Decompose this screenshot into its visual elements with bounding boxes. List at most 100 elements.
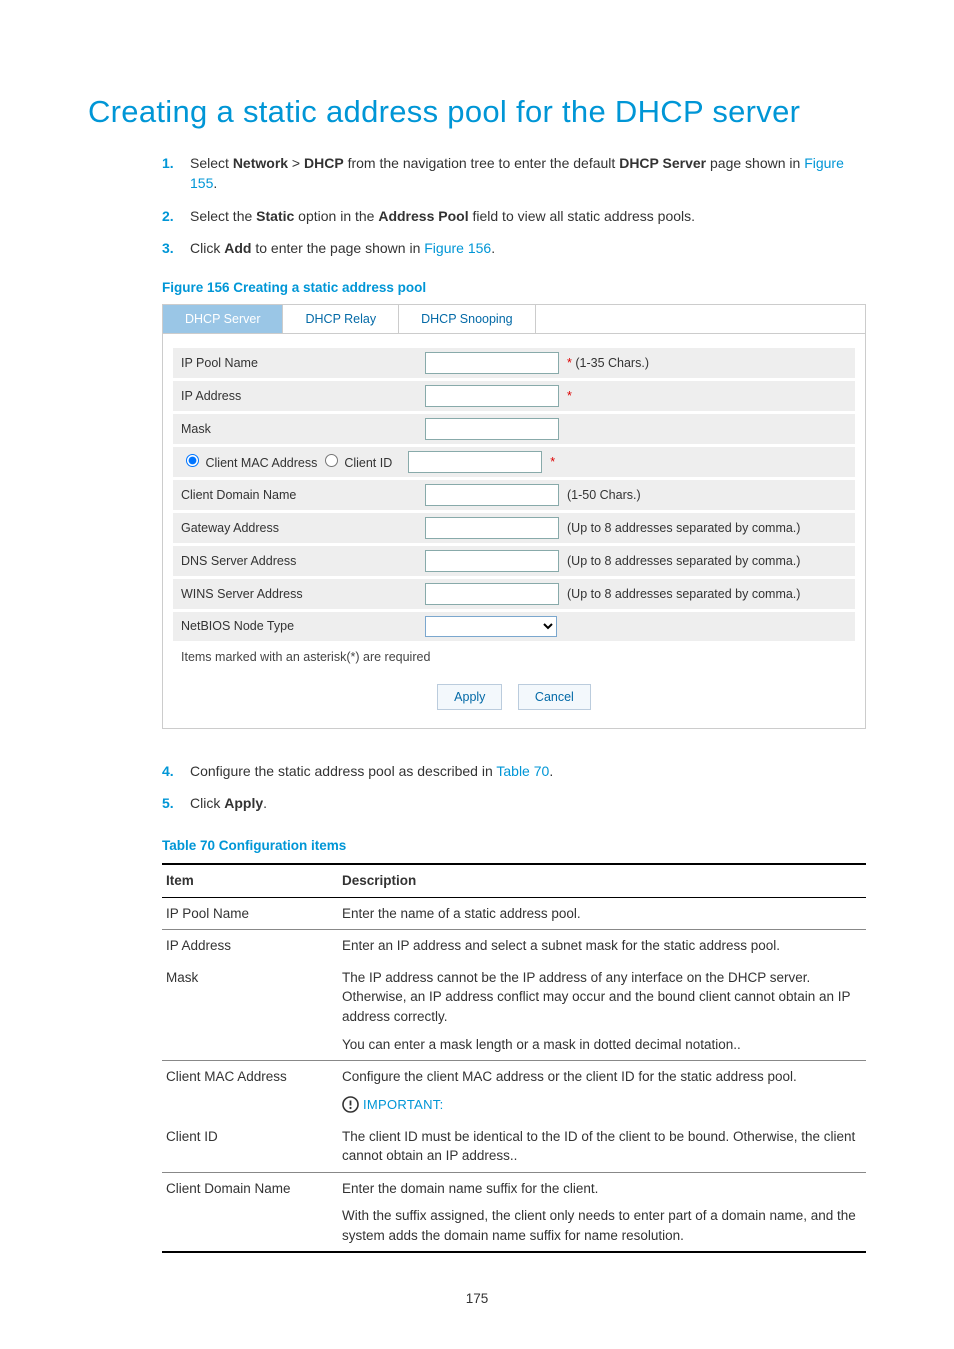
bold-text: Apply bbox=[224, 795, 263, 811]
step-text: . bbox=[549, 763, 553, 779]
cell-desc: Enter the name of a static address pool. bbox=[338, 897, 866, 930]
step-text: to enter the page shown in bbox=[251, 240, 424, 256]
desc-text: Enter the domain name suffix for the cli… bbox=[342, 1179, 862, 1199]
row-wins: WINS Server Address (Up to 8 addresses s… bbox=[173, 579, 855, 609]
input-domain[interactable] bbox=[425, 484, 559, 506]
bold-text: DHCP Server bbox=[619, 155, 706, 171]
tab-dhcp-snooping[interactable]: DHCP Snooping bbox=[399, 305, 536, 333]
label-wins: WINS Server Address bbox=[181, 585, 425, 603]
step-text: page shown in bbox=[706, 155, 804, 171]
config-table: Item Description IP Pool Name Enter the … bbox=[162, 863, 866, 1253]
header-item: Item bbox=[162, 864, 338, 897]
table-row: Client MAC Address Configure the client … bbox=[162, 1061, 866, 1121]
step-text: Select bbox=[190, 155, 233, 171]
label-mask: Mask bbox=[181, 420, 425, 438]
label-client-mac: Client MAC Address bbox=[205, 456, 317, 470]
label-pool-name: IP Pool Name bbox=[181, 354, 425, 372]
select-netbios[interactable] bbox=[425, 616, 557, 637]
label-gateway: Gateway Address bbox=[181, 519, 425, 537]
table-row: IP Pool Name Enter the name of a static … bbox=[162, 897, 866, 930]
hint-gateway: (Up to 8 addresses separated by comma.) bbox=[567, 519, 800, 537]
important-label: IMPORTANT: bbox=[363, 1097, 444, 1112]
row-pool-name: IP Pool Name * (1-35 Chars.) bbox=[173, 348, 855, 378]
main-content: 1. Select Network > DHCP from the naviga… bbox=[88, 149, 866, 1253]
radio-client-id[interactable] bbox=[325, 454, 338, 467]
bold-text: Address Pool bbox=[378, 208, 468, 224]
step-text: Select the bbox=[190, 208, 256, 224]
cell-item: Client MAC Address bbox=[162, 1061, 338, 1121]
input-pool-name[interactable] bbox=[425, 352, 559, 374]
step-number: 4. bbox=[162, 761, 174, 781]
page-title: Creating a static address pool for the D… bbox=[88, 90, 866, 135]
bold-text: Static bbox=[256, 208, 294, 224]
step-5: 5. Click Apply. bbox=[162, 789, 866, 821]
step-text: . bbox=[263, 795, 267, 811]
cell-item: Client Domain Name bbox=[162, 1172, 338, 1252]
input-gateway[interactable] bbox=[425, 517, 559, 539]
table-link[interactable]: Table 70 bbox=[496, 763, 549, 779]
cell-item: Mask bbox=[162, 962, 338, 1061]
step-number: 1. bbox=[162, 153, 174, 173]
step-text: option in the bbox=[294, 208, 378, 224]
action-bar: Apply Cancel bbox=[173, 670, 855, 720]
step-4: 4. Configure the static address pool as … bbox=[162, 757, 866, 789]
step-text: Click bbox=[190, 795, 224, 811]
form-body: IP Pool Name * (1-35 Chars.) IP Address … bbox=[163, 334, 865, 728]
cancel-button[interactable]: Cancel bbox=[518, 684, 591, 710]
step-text: from the navigation tree to enter the de… bbox=[344, 155, 620, 171]
step-text: Configure the static address pool as des… bbox=[190, 763, 496, 779]
input-mask[interactable] bbox=[425, 418, 559, 440]
input-dns[interactable] bbox=[425, 550, 559, 572]
label-domain: Client Domain Name bbox=[181, 486, 425, 504]
cell-desc: Configure the client MAC address or the … bbox=[338, 1061, 866, 1121]
label-netbios: NetBIOS Node Type bbox=[181, 617, 425, 635]
row-netbios: NetBIOS Node Type bbox=[173, 612, 855, 641]
table-row: Mask The IP address cannot be the IP add… bbox=[162, 962, 866, 1061]
step-number: 2. bbox=[162, 206, 174, 226]
label-ip: IP Address bbox=[181, 387, 425, 405]
tab-dhcp-server[interactable]: DHCP Server bbox=[163, 305, 283, 333]
step-text: Click bbox=[190, 240, 224, 256]
required-note: Items marked with an asterisk(*) are req… bbox=[173, 644, 855, 670]
figure-screenshot: DHCP Server DHCP Relay DHCP Snooping IP … bbox=[162, 304, 866, 729]
input-wins[interactable] bbox=[425, 583, 559, 605]
desc-text: You can enter a mask length or a mask in… bbox=[342, 1035, 862, 1055]
label-dns: DNS Server Address bbox=[181, 552, 425, 570]
cell-desc: The IP address cannot be the IP address … bbox=[338, 962, 866, 1061]
label-client-id: Client ID bbox=[344, 456, 392, 470]
table-row: Client Domain Name Enter the domain name… bbox=[162, 1172, 866, 1252]
page-number: 175 bbox=[88, 1289, 866, 1309]
step-text: . bbox=[213, 175, 217, 191]
required-mark: * bbox=[567, 387, 572, 405]
table-header-row: Item Description bbox=[162, 864, 866, 897]
step-3: 3. Click Add to enter the page shown in … bbox=[162, 234, 866, 266]
hint-dns: (Up to 8 addresses separated by comma.) bbox=[567, 552, 800, 570]
row-mac-id: Client MAC Address Client ID * bbox=[173, 447, 855, 477]
desc-text: The IP address cannot be the IP address … bbox=[342, 968, 862, 1027]
cell-item: IP Address bbox=[162, 930, 338, 962]
cell-item: Client ID bbox=[162, 1121, 338, 1173]
steps-list-2: 4. Configure the static address pool as … bbox=[162, 757, 866, 822]
header-description: Description bbox=[338, 864, 866, 897]
apply-button[interactable]: Apply bbox=[437, 684, 502, 710]
figure-link[interactable]: Figure 156 bbox=[424, 240, 491, 256]
tab-dhcp-relay[interactable]: DHCP Relay bbox=[283, 305, 399, 333]
input-mac-id[interactable] bbox=[408, 451, 542, 473]
required-mark: * bbox=[550, 453, 555, 471]
desc-text: With the suffix assigned, the client onl… bbox=[342, 1206, 862, 1245]
radio-group: Client MAC Address Client ID bbox=[181, 451, 408, 472]
desc-text: Configure the client MAC address or the … bbox=[342, 1067, 862, 1087]
step-number: 5. bbox=[162, 793, 174, 813]
step-text: . bbox=[491, 240, 495, 256]
row-dns: DNS Server Address (Up to 8 addresses se… bbox=[173, 546, 855, 576]
input-ip[interactable] bbox=[425, 385, 559, 407]
row-gateway: Gateway Address (Up to 8 addresses separ… bbox=[173, 513, 855, 543]
hint-domain: (1-50 Chars.) bbox=[567, 486, 641, 504]
row-mask: Mask bbox=[173, 414, 855, 444]
figure-caption: Figure 156 Creating a static address poo… bbox=[162, 278, 866, 298]
step-text: > bbox=[288, 155, 304, 171]
row-domain: Client Domain Name (1-50 Chars.) bbox=[173, 480, 855, 510]
cell-item: IP Pool Name bbox=[162, 897, 338, 930]
cell-desc: The client ID must be identical to the I… bbox=[338, 1121, 866, 1173]
radio-client-mac[interactable] bbox=[186, 454, 199, 467]
